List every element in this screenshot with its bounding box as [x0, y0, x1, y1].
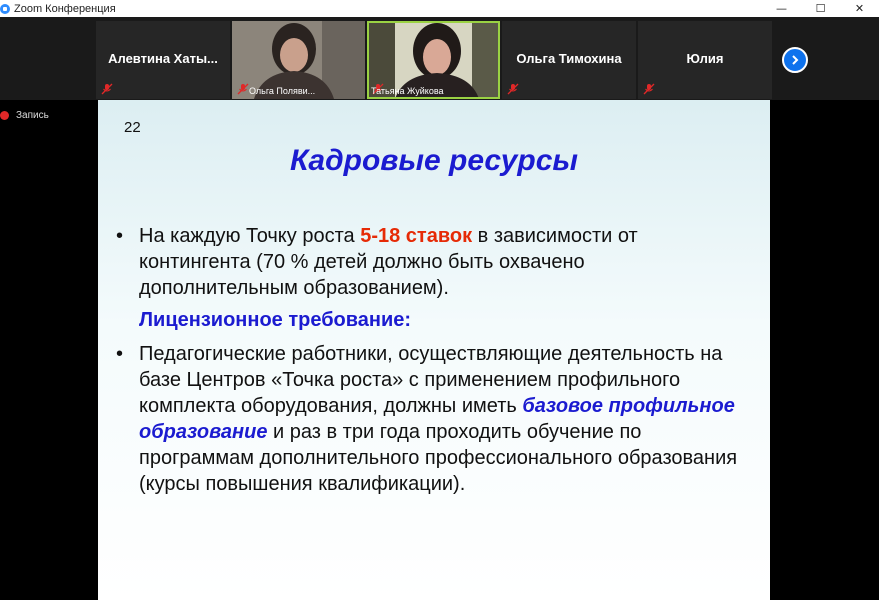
license-requirement-heading: Лицензионное требование:	[139, 309, 412, 331]
slide-number: 22	[124, 119, 141, 136]
bullet-icon: •	[116, 343, 124, 365]
participant-strip: Алевтина Хаты... Ольга Поляви... Татьяна…	[0, 17, 879, 100]
bullet-1-highlight: 5-18 ставок	[360, 225, 473, 247]
recording-indicator: Запись	[0, 110, 49, 121]
participant-tile[interactable]: Ольга Тимохина	[502, 21, 636, 99]
mic-muted-icon	[643, 83, 655, 95]
participant-name: Юлия	[686, 51, 724, 66]
mic-muted-icon	[101, 83, 113, 95]
mic-muted-icon	[507, 83, 519, 95]
slide-title: Кадровые ресурсы	[289, 144, 579, 177]
record-icon	[0, 111, 9, 120]
participant-video-tile[interactable]: Ольга Поляви...	[232, 21, 365, 99]
close-button[interactable]: ✕	[840, 0, 879, 17]
participant-video-tile-active[interactable]: Татьяна Жуйкова	[367, 21, 500, 99]
shared-slide: 22 Кадровые ресурсы • На каждую Точку ро…	[98, 100, 770, 600]
bullet-1-text-pre: На каждую Точку роста	[139, 225, 361, 247]
minimize-button[interactable]: —	[762, 0, 801, 17]
participant-name: Татьяна Жуйкова	[371, 86, 444, 96]
maximize-button[interactable]: ☐	[801, 0, 840, 17]
bullet-icon: •	[116, 225, 124, 247]
participant-name: Алевтина Хаты...	[108, 51, 218, 66]
chevron-right-icon	[792, 55, 799, 65]
next-page-button[interactable]	[782, 47, 808, 73]
zoom-icon	[0, 3, 10, 14]
title-bar: Zoom Конференция — ☐ ✕	[0, 0, 879, 17]
window-title: Zoom Конференция	[14, 2, 116, 15]
participant-name: Ольга Поляви...	[249, 86, 316, 96]
participant-tile[interactable]: Юлия	[638, 21, 772, 99]
bullet-1: • На каждую Точку роста 5-18 ставок в за…	[116, 223, 739, 301]
participant-name: Ольга Тимохина	[516, 51, 622, 66]
participant-tile[interactable]: Алевтина Хаты...	[96, 21, 230, 99]
mic-muted-icon	[237, 83, 249, 95]
bullet-2: • Педагогические работники, осуществляющ…	[116, 341, 739, 497]
window-controls: — ☐ ✕	[762, 0, 879, 17]
recording-label: Запись	[16, 110, 49, 121]
